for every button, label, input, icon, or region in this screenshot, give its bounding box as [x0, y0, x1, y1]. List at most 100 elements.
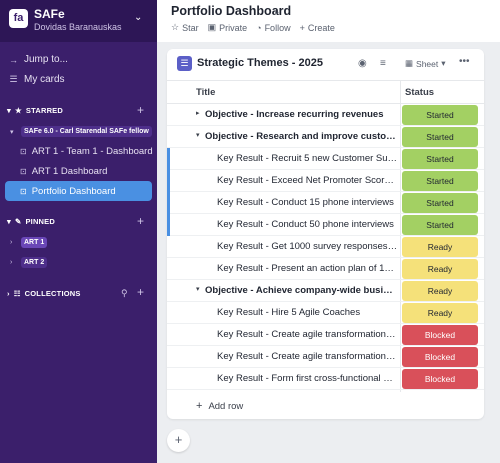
caret-down-icon: ▾: [10, 128, 14, 136]
chevron-down-icon: ▾: [441, 58, 446, 68]
private-button[interactable]: ▣ Private: [208, 22, 248, 33]
pinned-section-header[interactable]: ▾ ✎ PINNED: [7, 217, 55, 226]
add-collection-button[interactable]: +: [137, 285, 144, 299]
row-title[interactable]: Key Result - Create agile transformation…: [217, 351, 398, 362]
row-title[interactable]: Key Result - Present an action plan of 1…: [217, 263, 398, 274]
dashboard-icon: ⊡: [20, 187, 27, 196]
status-badge[interactable]: Blocked: [402, 325, 478, 345]
my-cards-link[interactable]: ☰ My cards: [9, 74, 65, 85]
add-row-button[interactable]: + Add row: [196, 400, 243, 412]
workspace-switcher[interactable]: fa SAFe Dovidas Baranauskas ⌄: [0, 0, 157, 42]
sidebar-item-art1[interactable]: › ART 1: [10, 237, 48, 248]
column-header-status[interactable]: Status: [405, 87, 434, 98]
starred-section-header[interactable]: ▾ ★ STARRED: [7, 106, 63, 115]
table-row[interactable]: Key Result - Conduct 15 phone interviews…: [167, 192, 484, 214]
add-row-label: Add row: [208, 400, 244, 412]
list-icon: ☰: [177, 56, 192, 71]
sidebar-item-art1-team1-dashboard[interactable]: ⊡ ART 1 - Team 1 - Dashboard: [20, 146, 153, 157]
chevron-down-icon[interactable]: ⌄: [273, 6, 281, 17]
workspace-logo: fa: [9, 9, 28, 28]
sidebar-item-art2[interactable]: › ART 2: [10, 257, 48, 268]
follow-label: Follow: [264, 22, 291, 33]
collections-section-header[interactable]: › ☷ COLLECTIONS: [7, 289, 81, 298]
chevron-down-icon: ⌄: [134, 12, 143, 23]
status-badge[interactable]: Blocked: [402, 369, 478, 389]
dashboard-icon: ⊡: [20, 167, 27, 176]
row-title[interactable]: Key Result - Exceed Net Promoter Score (…: [217, 175, 398, 186]
star-button[interactable]: ☆ Star: [171, 22, 199, 33]
table-row[interactable]: Key Result - Create agile transformation…: [167, 324, 484, 346]
my-cards-label: My cards: [24, 74, 65, 85]
caret-down-icon: ▾: [7, 106, 11, 115]
caret-down-icon[interactable]: ▾: [196, 131, 200, 139]
status-badge[interactable]: Started: [402, 215, 478, 235]
status-badge[interactable]: Ready: [402, 281, 478, 301]
status-badge[interactable]: Blocked: [402, 347, 478, 367]
jump-to-link[interactable]: → Jump to...: [9, 54, 68, 65]
table-row[interactable]: Key Result - Recruit 5 new Customer Succ…: [167, 148, 484, 170]
status-badge[interactable]: Started: [402, 127, 478, 147]
row-title[interactable]: Objective - Research and improve custome…: [205, 131, 398, 142]
follow-button[interactable]: ◔ Follow: [256, 22, 290, 33]
view-selector[interactable]: ▦ Sheet ▾: [405, 58, 446, 69]
row-title[interactable]: Key Result - Create agile transformation…: [217, 329, 398, 340]
row-title[interactable]: Key Result - Conduct 50 phone interviews: [217, 219, 398, 230]
row-title[interactable]: Key Result - Get 1000 survey responses t…: [217, 241, 398, 252]
table-row[interactable]: Key Result - Present an action plan of 1…: [167, 258, 484, 280]
row-title[interactable]: Objective - Achieve company-wide busines…: [205, 285, 398, 296]
card-title[interactable]: Strategic Themes - 2025: [197, 57, 323, 69]
collections-icon: ☷: [13, 289, 21, 298]
create-button[interactable]: + Create: [300, 22, 335, 33]
status-badge[interactable]: Ready: [402, 259, 478, 279]
row-title[interactable]: Objective - Increase recurring revenues: [205, 109, 398, 120]
status-badge[interactable]: Started: [402, 105, 478, 125]
header-actions: ☆ Star ▣ Private ◔ Follow + Create: [171, 22, 335, 33]
eye-icon[interactable]: ◉: [358, 58, 367, 69]
pinned-tag: ART 1: [21, 237, 48, 248]
row-title[interactable]: Key Result - Conduct 15 phone interviews: [217, 197, 398, 208]
row-hierarchy-bar: [167, 192, 170, 214]
caret-right-icon[interactable]: ▸: [196, 109, 200, 117]
status-badge[interactable]: Started: [402, 149, 478, 169]
caret-down-icon: ▾: [7, 217, 11, 226]
add-starred-button[interactable]: +: [137, 103, 144, 117]
page-header: Portfolio Dashboard ⌄ ☆ Star ▣ Private ◔…: [157, 0, 500, 42]
table-row[interactable]: Key Result - Create agile transformation…: [167, 346, 484, 368]
more-icon[interactable]: •••: [459, 56, 470, 67]
create-label: Create: [307, 22, 335, 33]
caret-right-icon: ›: [10, 239, 13, 246]
row-title[interactable]: Key Result - Recruit 5 new Customer Succ…: [217, 153, 398, 164]
status-badge[interactable]: Ready: [402, 237, 478, 257]
status-badge[interactable]: Started: [402, 193, 478, 213]
column-header-title[interactable]: Title: [196, 87, 215, 98]
jump-to-label: Jump to...: [24, 54, 68, 65]
starred-group-item[interactable]: ▾ SAFe 6.0 - Carl Starendal SAFe fellow: [10, 126, 152, 137]
table-row[interactable]: Key Result - Conduct 50 phone interviews…: [167, 214, 484, 236]
row-title[interactable]: Key Result - Hire 5 Agile Coaches: [217, 307, 398, 318]
private-label: Private: [219, 22, 248, 33]
add-card-button[interactable]: +: [167, 429, 190, 452]
collections-title: COLLECTIONS: [24, 289, 81, 298]
status-badge[interactable]: Ready: [402, 303, 478, 323]
table-row[interactable]: ▾ Objective - Achieve company-wide busine…: [167, 280, 484, 302]
plus-icon: +: [196, 400, 203, 412]
caret-down-icon[interactable]: ▾: [196, 285, 200, 293]
add-pinned-button[interactable]: +: [137, 214, 144, 228]
sheet-icon: ▦: [405, 58, 414, 68]
table-row[interactable]: Key Result - Form first cross-functional…: [167, 368, 484, 390]
search-icon[interactable]: ⚲: [121, 288, 128, 299]
sidebar-item-art1-dashboard[interactable]: ⊡ ART 1 Dashboard: [20, 166, 107, 177]
caret-right-icon: ›: [7, 289, 10, 298]
sidebar-item-portfolio-dashboard[interactable]: ⊡ Portfolio Dashboard: [20, 186, 116, 197]
table-row[interactable]: Key Result - Get 1000 survey responses t…: [167, 236, 484, 258]
table-row[interactable]: Key Result - Hire 5 Agile Coaches Ready: [167, 302, 484, 324]
table-row[interactable]: ▾ Objective - Research and improve custom…: [167, 126, 484, 148]
table-row[interactable]: ▸ Objective - Increase recurring revenues…: [167, 104, 484, 126]
row-title[interactable]: Key Result - Form first cross-functional…: [217, 373, 398, 384]
pinned-title: PINNED: [25, 217, 55, 226]
sidebar-item-label: ART 1 Dashboard: [31, 166, 108, 177]
status-badge[interactable]: Started: [402, 171, 478, 191]
filter-icon[interactable]: ≡: [380, 58, 386, 69]
pin-icon: ✎: [14, 217, 22, 226]
table-row[interactable]: Key Result - Exceed Net Promoter Score (…: [167, 170, 484, 192]
